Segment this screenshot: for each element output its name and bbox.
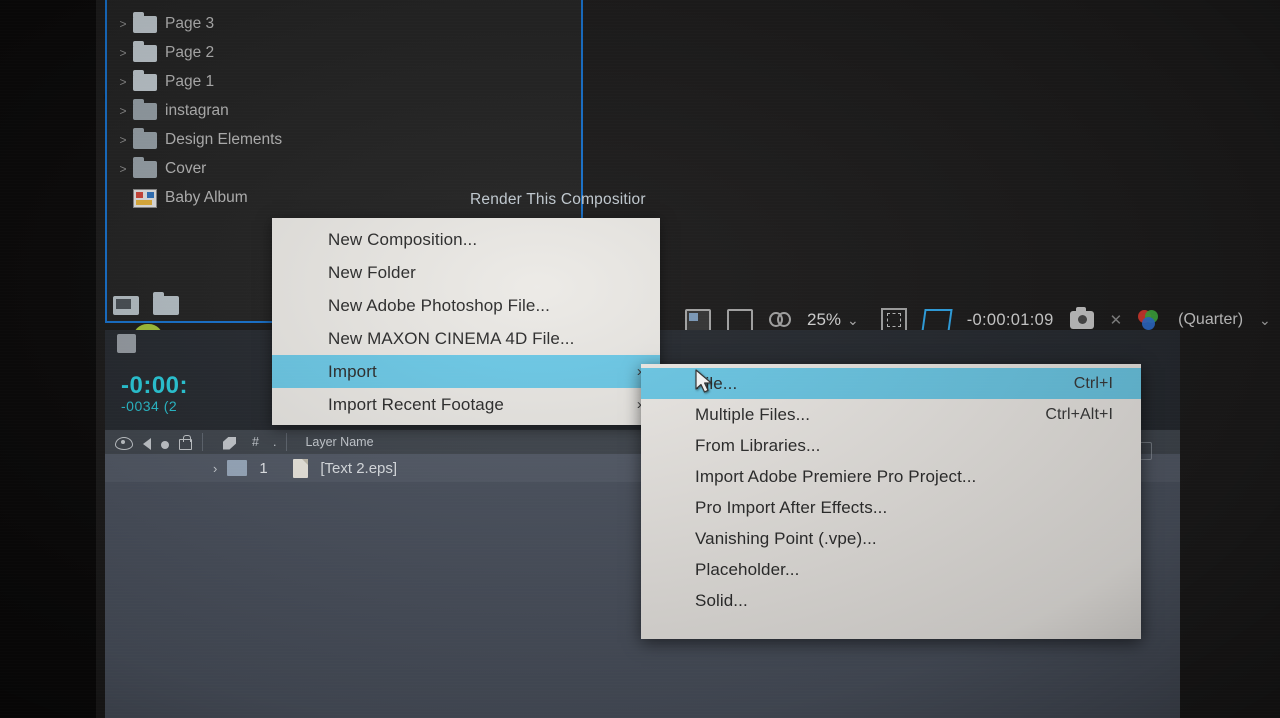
chevron-right-icon[interactable]: > [115,17,131,31]
chevron-right-icon[interactable]: > [115,162,131,176]
context-menu[interactable]: New Composition... New Folder New Adobe … [272,218,660,425]
audio-icon[interactable] [143,437,151,450]
submenu-item-label: Vanishing Point (.vpe)... [695,528,877,548]
project-panel-footer[interactable] [107,290,193,321]
project-item-page-1[interactable]: > Page 1 [115,67,214,97]
submenu-item-label: From Libraries... [695,435,821,455]
project-item-instagran[interactable]: > instagran [115,96,229,126]
submenu-item-multiple-files[interactable]: Multiple Files... Ctrl+Alt+I [641,399,1141,430]
layer-number-icon: # [252,435,259,449]
chevron-right-icon[interactable]: > [115,133,131,147]
submenu-item-import-adobe-premiere-pro-project[interactable]: Import Adobe Premiere Pro Project... [641,461,1141,492]
menu-item-import[interactable]: Import › [272,355,660,388]
submenu-item-label: File... [695,373,738,393]
timeline-current-time-value: -0:00: [121,372,189,399]
lock-icon[interactable] [179,435,192,450]
folder-icon [133,156,157,178]
chevron-down-icon[interactable]: ⌄ [847,312,859,329]
menu-item-new-adobe-photoshop-file[interactable]: New Adobe Photoshop File... [272,289,660,322]
submenu-item-label: Pro Import After Effects... [695,497,888,517]
submenu-item-pro-import-after-effects[interactable]: Pro Import After Effects... [641,492,1141,523]
menu-item-label: New MAXON CINEMA 4D File... [328,328,575,348]
fast-previews-icon[interactable]: ✕ [1110,311,1123,329]
submenu-item-label: Import Adobe Premiere Pro Project... [695,466,977,486]
desktop-left-dark-area [0,0,96,718]
composition-icon [133,188,157,208]
zoom-level-value[interactable]: 25% [807,310,841,330]
project-item-cover[interactable]: > Cover [115,154,206,184]
project-item-label: Cover [165,160,207,177]
project-item-label: Page 3 [165,15,215,32]
chevron-right-icon[interactable]: > [115,104,131,118]
region-of-interest-box-icon[interactable] [921,308,953,332]
project-item-design-elements[interactable]: > Design Elements [115,125,282,155]
new-folder-icon[interactable] [153,292,179,315]
submenu-item-solid[interactable]: Solid... [641,585,1141,616]
take-snapshot-icon[interactable] [1069,307,1094,329]
new-composition-icon[interactable] [113,296,139,315]
menu-item-label: Import [328,361,377,381]
chevron-right-icon[interactable]: > [115,75,131,89]
project-item-label: Design Elements [165,131,283,148]
submenu-item-placeholder[interactable]: Placeholder... [641,554,1141,585]
render-this-composition-hint: Render This Compositior [470,191,646,208]
submenu-item-label: Solid... [695,590,748,610]
project-item-page-2[interactable]: > Page 2 [115,38,214,68]
timeline-current-frame-value: -0034 (2 [121,398,178,414]
submenu-item-shortcut: Ctrl+Alt+I [1045,405,1113,423]
layer-number: 1 [259,459,268,477]
menu-item-label: New Composition... [328,229,478,249]
layer-color-swatch[interactable] [227,460,248,476]
folder-icon [133,98,157,120]
menu-item-label: New Folder [328,262,416,282]
column-header-layer-name[interactable]: Layer Name [305,435,373,449]
project-item-label: Page 2 [165,44,215,61]
chevron-right-icon[interactable]: > [115,46,131,60]
transparency-grid-icon[interactable] [727,308,753,336]
chevron-down-icon[interactable]: ⌄ [1259,312,1271,329]
chevron-right-icon[interactable]: › [213,461,217,476]
submenu-item-from-libraries[interactable]: From Libraries... [641,430,1141,461]
region-of-interest-icon[interactable] [685,308,711,332]
import-submenu[interactable]: File... Ctrl+I Multiple Files... Ctrl+Al… [641,364,1141,639]
project-item-label: Baby Album [165,189,248,206]
resolution-value[interactable]: (Quarter) [1178,311,1243,329]
project-item-page-3[interactable]: > Page 3 [115,9,214,39]
menu-item-new-maxon-cinema-4d-file[interactable]: New MAXON CINEMA 4D File... [272,322,660,355]
folder-icon [133,40,157,62]
layer-name[interactable]: [Text 2.eps] [320,460,397,477]
viewer-timecode[interactable]: -0:00:01:09 [967,311,1054,330]
eye-icon[interactable] [115,437,133,450]
show-channels-rgb-icon[interactable] [1138,309,1162,331]
menu-item-new-composition[interactable]: New Composition... [272,223,660,256]
project-item-label: Page 1 [165,73,215,90]
project-item-label: instagran [165,102,229,119]
divider [202,433,203,451]
submenu-item-label: Placeholder... [695,559,800,579]
folder-icon [133,11,157,33]
folder-icon [133,69,157,91]
label-tag-icon[interactable] [223,436,236,450]
timeline-current-time[interactable]: -0:00: -0034 (2 [121,372,188,414]
3d-view-icon[interactable] [769,311,791,330]
grid-and-guides-icon[interactable] [880,308,907,332]
submenu-item-label: Multiple Files... [695,404,811,424]
source-dot-icon: . [272,435,277,449]
solo-icon[interactable] [161,440,169,449]
composition-thumbnail-icon [117,334,136,353]
eps-file-icon [293,458,309,478]
menu-item-label: New Adobe Photoshop File... [328,295,550,315]
submenu-item-shortcut: Ctrl+I [1073,374,1113,392]
monitor-screen: cuda_10.2.8.. ★ Wunderlist nox mahan_app… [0,0,1280,718]
menu-item-label: Import Recent Footage [328,394,504,414]
submenu-item-vanishing-point[interactable]: Vanishing Point (.vpe)... [641,523,1141,554]
timeline-top-controls[interactable] [117,334,136,353]
folder-icon [133,127,157,149]
menu-item-import-recent-footage[interactable]: Import Recent Footage › [272,388,660,421]
project-item-baby-album[interactable]: Baby Album [115,183,248,213]
menu-item-new-folder[interactable]: New Folder [272,256,660,289]
divider [286,433,288,451]
submenu-item-file[interactable]: File... Ctrl+I [641,368,1141,399]
